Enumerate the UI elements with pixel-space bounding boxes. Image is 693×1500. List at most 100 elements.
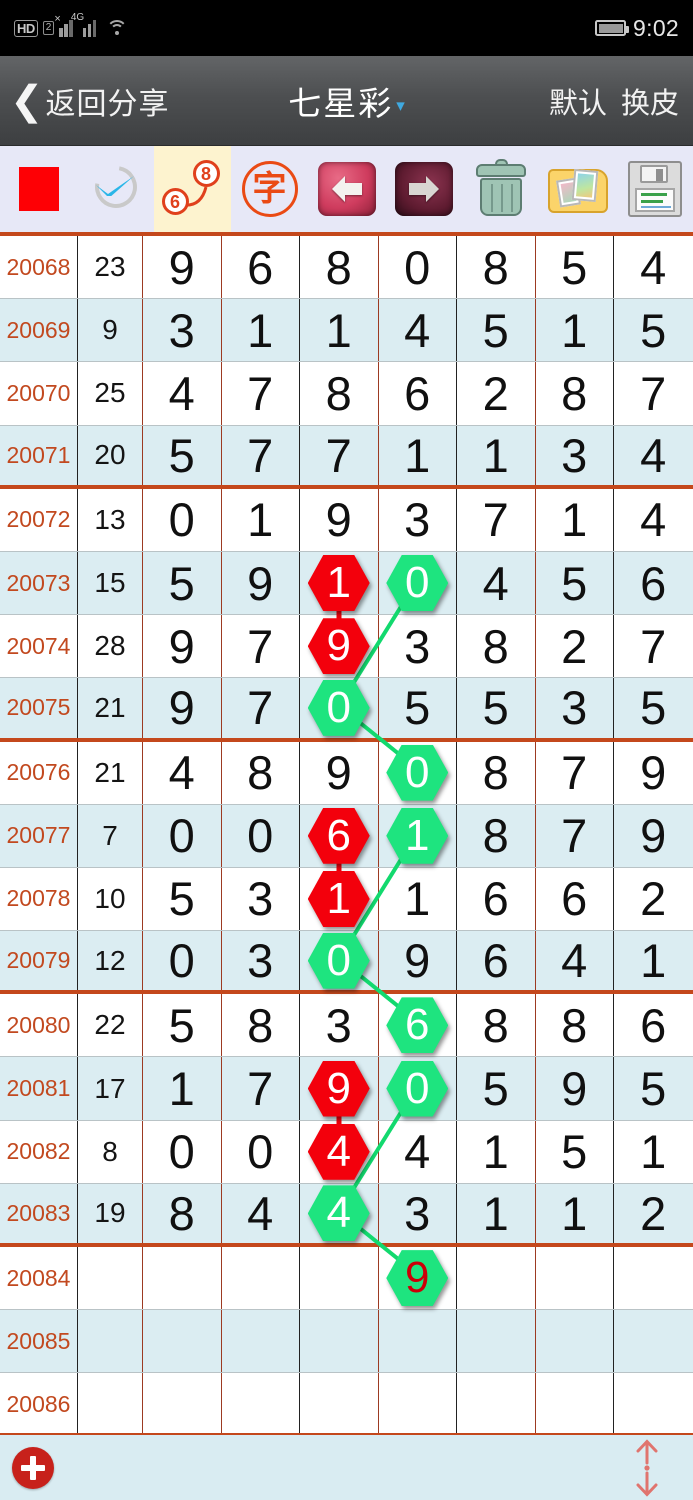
marker-hexagon[interactable]: 6 bbox=[307, 807, 370, 864]
digit-cell[interactable]: 0 bbox=[300, 678, 379, 738]
digit-cell[interactable]: 7 bbox=[222, 425, 300, 485]
digit-cell[interactable]: 6 bbox=[614, 552, 693, 614]
digit-cell[interactable]: 8 bbox=[300, 236, 379, 299]
digit-cell[interactable] bbox=[614, 1247, 693, 1309]
digit-cell[interactable]: 4 bbox=[143, 362, 222, 425]
digit-cell[interactable]: 2 bbox=[457, 362, 536, 425]
digit-cell[interactable]: 5 bbox=[143, 551, 222, 615]
digit-cell[interactable]: 6 bbox=[379, 362, 457, 425]
digit-cell[interactable]: 0 bbox=[379, 741, 457, 804]
add-button[interactable] bbox=[12, 1446, 54, 1489]
digit-cell[interactable]: 9 bbox=[300, 1057, 379, 1126]
table-row[interactable]: 20081 17 1 7 9 0 5 9 5 bbox=[0, 1057, 693, 1126]
red-square-tool[interactable] bbox=[0, 146, 77, 232]
table-row[interactable]: 20069 9 3 1 1 4 5 1 5 bbox=[0, 299, 693, 363]
digit-cell[interactable]: 3 bbox=[536, 678, 614, 738]
table-row[interactable]: 20071 20 5 7 7 1 1 3 4 bbox=[0, 425, 693, 489]
digit-cell[interactable] bbox=[536, 1247, 614, 1310]
table-row[interactable]: 20074 28 9 7 9 3 8 2 7 bbox=[0, 615, 693, 679]
digit-cell[interactable]: 4 bbox=[379, 299, 457, 362]
digit-cell[interactable]: 6 bbox=[300, 804, 379, 873]
digit-cell[interactable]: 8 bbox=[457, 804, 536, 867]
digit-cell[interactable]: 4 bbox=[379, 1120, 457, 1183]
digit-cell[interactable]: 1 bbox=[536, 1183, 614, 1243]
digit-cell[interactable]: 6 bbox=[536, 867, 614, 931]
digit-cell[interactable]: 8 bbox=[457, 236, 536, 299]
table-row[interactable]: 20079 12 0 3 0 9 6 4 1 bbox=[0, 931, 693, 995]
digit-cell[interactable]: 4 bbox=[457, 551, 536, 615]
digit-cell[interactable]: 6 bbox=[457, 931, 536, 991]
digit-cell[interactable]: 6 bbox=[222, 236, 300, 299]
marker-hexagon[interactable]: 0 bbox=[386, 1060, 449, 1117]
check-mark-tool[interactable] bbox=[77, 146, 154, 232]
digit-cell[interactable] bbox=[300, 1310, 379, 1373]
digit-cell[interactable]: 5 bbox=[457, 678, 536, 738]
digit-cell[interactable]: 9 bbox=[300, 488, 379, 551]
digit-cell[interactable]: 8 bbox=[536, 362, 614, 425]
digit-cell[interactable]: 9 bbox=[300, 615, 379, 678]
digit-cell[interactable]: 6 bbox=[457, 867, 536, 931]
digit-cell[interactable]: 9 bbox=[300, 741, 379, 804]
marker-hexagon[interactable]: 0 bbox=[386, 744, 449, 801]
digit-cell[interactable]: 1 bbox=[300, 551, 379, 620]
digit-cell[interactable]: 4 bbox=[614, 426, 693, 485]
character-stamp-tool[interactable]: 字 bbox=[231, 146, 308, 232]
digit-cell[interactable] bbox=[536, 1310, 614, 1373]
marker-hexagon[interactable]: 9 bbox=[307, 1060, 370, 1117]
digit-cell[interactable]: 5 bbox=[457, 299, 536, 362]
results-table[interactable]: 20068 23 9 6 8 0 8 5 4 20069 9 3 1 1 4 5 1 5 20070 25 4 7 8 6 2 8… bbox=[0, 232, 693, 1437]
digit-cell[interactable]: 7 bbox=[300, 425, 379, 485]
chevron-down-icon[interactable]: ▾ bbox=[396, 96, 405, 116]
table-row[interactable]: 20070 25 4 7 8 6 2 8 7 bbox=[0, 362, 693, 426]
digit-cell[interactable] bbox=[143, 1247, 222, 1310]
table-row[interactable]: 20082 8 0 0 4 4 1 5 1 bbox=[0, 1120, 693, 1184]
marker-hexagon[interactable]: 4 bbox=[307, 1123, 370, 1180]
digit-cell[interactable]: 1 bbox=[143, 1057, 222, 1120]
digit-cell[interactable]: 4 bbox=[143, 741, 222, 804]
digit-cell[interactable]: 1 bbox=[300, 299, 379, 362]
back-button[interactable]: ❮ 返回分享 bbox=[10, 79, 170, 123]
digit-cell[interactable]: 5 bbox=[143, 425, 222, 485]
marker-hexagon[interactable]: 9 bbox=[386, 1250, 449, 1307]
digit-cell[interactable]: 1 bbox=[222, 299, 300, 362]
digit-cell[interactable] bbox=[222, 1373, 300, 1436]
digit-cell[interactable]: 1 bbox=[379, 425, 457, 485]
digit-cell[interactable] bbox=[222, 1247, 300, 1310]
page-title[interactable]: 七星彩 bbox=[288, 77, 393, 125]
digit-cell[interactable] bbox=[379, 1310, 457, 1373]
digit-cell[interactable]: 3 bbox=[379, 1183, 457, 1243]
digit-cell[interactable]: 9 bbox=[143, 678, 222, 738]
digit-cell[interactable]: 0 bbox=[143, 488, 222, 551]
digit-cell[interactable]: 1 bbox=[614, 1121, 693, 1183]
digit-cell[interactable]: 9 bbox=[379, 1247, 457, 1310]
digit-cell[interactable]: 1 bbox=[379, 867, 457, 931]
table-row[interactable]: 20072 13 0 1 9 3 7 1 4 bbox=[0, 488, 693, 552]
digit-cell[interactable]: 9 bbox=[222, 551, 300, 615]
digit-cell[interactable] bbox=[457, 1310, 536, 1373]
digit-cell[interactable]: 0 bbox=[379, 1057, 457, 1120]
trash-tool[interactable] bbox=[462, 146, 539, 232]
digit-cell[interactable]: 3 bbox=[379, 615, 457, 678]
digit-cell[interactable]: 9 bbox=[614, 742, 693, 804]
digit-cell[interactable] bbox=[614, 1310, 693, 1372]
digit-cell[interactable]: 5 bbox=[614, 299, 693, 361]
digit-cell[interactable] bbox=[300, 1247, 379, 1310]
digit-cell[interactable]: 5 bbox=[143, 867, 222, 931]
digit-cell[interactable] bbox=[536, 1373, 614, 1436]
digit-cell[interactable]: 2 bbox=[614, 868, 693, 930]
marker-hexagon[interactable]: 1 bbox=[307, 555, 370, 612]
digit-cell[interactable]: 1 bbox=[536, 488, 614, 551]
digit-cell[interactable]: 0 bbox=[143, 804, 222, 867]
digit-cell[interactable]: 7 bbox=[457, 488, 536, 551]
table-row[interactable]: 20083 19 8 4 4 3 1 1 2 bbox=[0, 1183, 693, 1247]
digit-cell[interactable]: 8 bbox=[536, 994, 614, 1057]
digit-cell[interactable] bbox=[143, 1373, 222, 1436]
next-arrow-tool[interactable] bbox=[385, 146, 462, 232]
digit-cell[interactable]: 3 bbox=[379, 488, 457, 551]
connect-numbers-tool[interactable]: 6 8 bbox=[154, 146, 231, 232]
marker-hexagon[interactable]: 9 bbox=[307, 618, 370, 675]
digit-cell[interactable] bbox=[457, 1373, 536, 1436]
digit-cell[interactable] bbox=[300, 1373, 379, 1436]
table-row[interactable]: 20077 7 0 0 6 1 8 7 9 bbox=[0, 804, 693, 873]
digit-cell[interactable]: 1 bbox=[222, 488, 300, 551]
